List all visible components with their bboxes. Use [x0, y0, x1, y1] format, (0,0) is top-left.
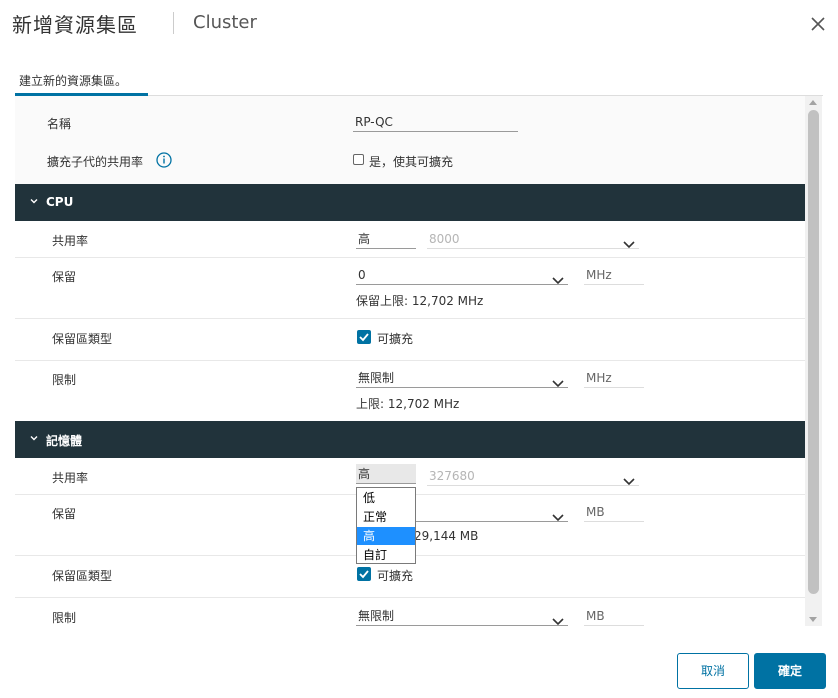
name-row: 名稱 RP-QC	[15, 96, 805, 139]
cpu-shares-label: 共用率	[52, 234, 89, 248]
scrollbar-thumb[interactable]	[808, 110, 819, 594]
scalable-shares-checkbox-label: 是，使其可擴充	[369, 155, 454, 169]
title-divider	[173, 12, 174, 34]
cpu-expandable-checkbox[interactable]	[357, 330, 371, 344]
memory-expandable-checkbox[interactable]	[357, 567, 371, 581]
dropdown-option-normal[interactable]: 正常	[357, 508, 415, 526]
cpu-limit-input[interactable]: 無限制	[356, 368, 568, 388]
cpu-section-title: CPU	[46, 195, 74, 209]
cpu-reservation-label: 保留	[52, 270, 77, 284]
dropdown-option-high[interactable]: 高	[357, 527, 415, 545]
chevron-down-icon	[552, 508, 564, 528]
info-icon[interactable]	[156, 152, 172, 171]
dialog-title: 新增資源集區	[12, 13, 138, 37]
memory-limit-row: 限制 無限制 MB	[15, 597, 805, 626]
dropdown-option-low[interactable]: 低	[357, 489, 415, 507]
dialog-subtitle: Cluster	[193, 12, 257, 33]
memory-section-title: 記憶體	[46, 434, 83, 448]
scalable-shares-row: 擴充子代的共用率 是，使其可擴充	[15, 138, 805, 185]
memory-reservation-label: 保留	[52, 507, 77, 521]
vertical-scrollbar[interactable]	[805, 96, 822, 626]
chevron-down-icon	[552, 271, 564, 291]
scroll-down-icon[interactable]	[809, 617, 817, 622]
cpu-expandable-label: 可擴充	[377, 332, 414, 346]
memory-limit-input[interactable]: 無限制	[356, 606, 568, 626]
tab-create-resource-pool[interactable]: 建立新的資源集區。	[19, 72, 127, 89]
cpu-limit-value: 無限制	[358, 371, 395, 385]
chevron-down-icon	[29, 432, 39, 446]
dropdown-option-custom[interactable]: 自訂	[357, 546, 415, 564]
chevron-down-icon	[623, 235, 635, 255]
chevron-down-icon	[552, 612, 564, 626]
memory-shares-value-select[interactable]: 327680	[427, 466, 639, 486]
name-input[interactable]: RP-QC	[353, 112, 518, 132]
memory-shares-level-select[interactable]: 高	[356, 464, 416, 484]
cancel-button[interactable]: 取消	[677, 653, 749, 689]
check-icon	[359, 570, 369, 579]
cpu-section-header[interactable]: CPU	[15, 184, 805, 221]
cpu-reservation-max: 保留上限: 12,702 MHz	[356, 294, 484, 308]
memory-reservation-max: 29,144 MB	[414, 529, 479, 543]
cpu-reservation-unit[interactable]: MHz	[584, 265, 644, 285]
cpu-shares-level-select[interactable]: 高	[356, 229, 416, 249]
memory-reservation-type-label: 保留區類型	[52, 569, 113, 583]
close-icon[interactable]	[808, 14, 828, 34]
cpu-reservation-type-row: 保留區類型 可擴充	[15, 318, 805, 361]
chevron-down-icon	[623, 472, 635, 492]
cpu-limit-label: 限制	[52, 373, 77, 387]
cpu-limit-row: 限制 無限制 MHz 上限: 12,702 MHz	[15, 360, 805, 422]
cpu-reservation-type-label: 保留區類型	[52, 332, 113, 346]
cpu-limit-max: 上限: 12,702 MHz	[356, 397, 460, 411]
cpu-reservation-row: 保留 0 MHz 保留上限: 12,702 MHz	[15, 257, 805, 319]
cpu-reservation-input[interactable]: 0	[356, 265, 568, 285]
cpu-shares-row: 共用率 高 8000	[15, 221, 805, 258]
memory-reservation-unit[interactable]: MB	[584, 502, 644, 522]
scalable-shares-checkbox[interactable]	[353, 154, 364, 165]
memory-shares-label: 共用率	[52, 471, 89, 485]
memory-limit-label: 限制	[52, 611, 77, 625]
memory-shares-dropdown: 低 正常 高 自訂	[356, 487, 416, 564]
chevron-down-icon	[552, 374, 564, 394]
ok-button[interactable]: 確定	[754, 653, 826, 689]
memory-shares-value: 327680	[429, 469, 475, 483]
chevron-down-icon	[29, 195, 39, 209]
scalable-shares-label: 擴充子代的共用率	[47, 155, 144, 169]
cpu-shares-value-select[interactable]: 8000	[427, 229, 639, 249]
scroll-up-icon[interactable]	[809, 100, 817, 105]
cpu-limit-unit[interactable]: MHz	[584, 368, 644, 388]
check-icon	[359, 333, 369, 342]
name-label: 名稱	[47, 117, 72, 131]
cpu-reservation-value: 0	[358, 268, 366, 282]
memory-section-header[interactable]: 記憶體	[15, 421, 805, 458]
memory-expandable-label: 可擴充	[377, 569, 414, 583]
memory-limit-value: 無限制	[358, 609, 395, 623]
cpu-shares-value: 8000	[429, 232, 460, 246]
memory-limit-unit[interactable]: MB	[584, 606, 644, 626]
